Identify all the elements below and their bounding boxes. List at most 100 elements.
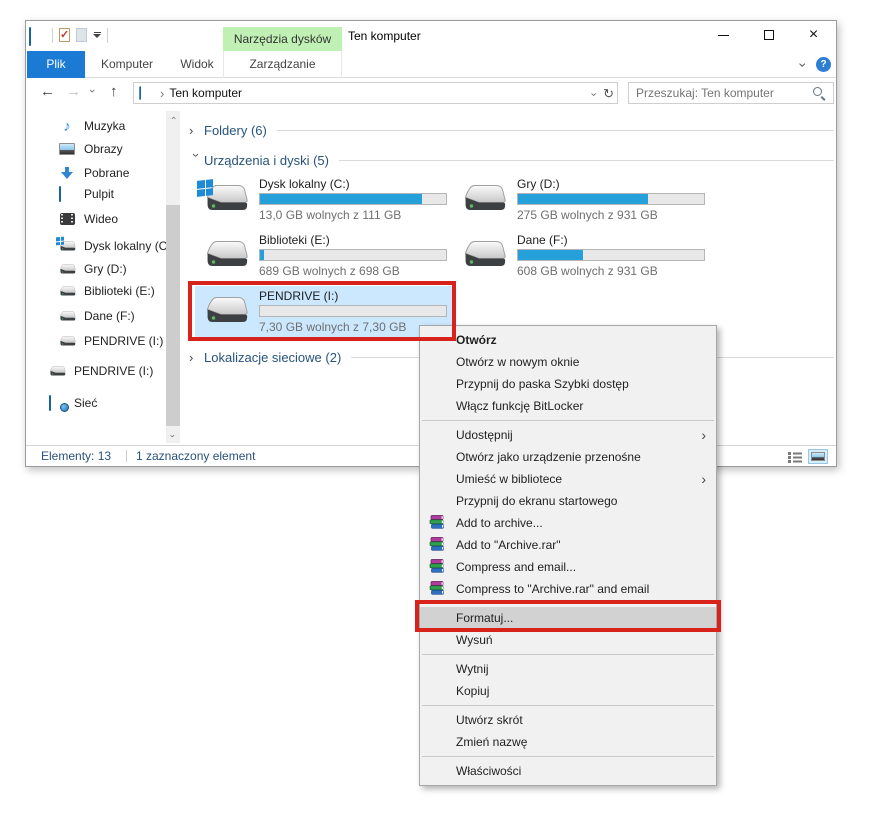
- chevron-right-icon[interactable]: ›: [189, 350, 204, 365]
- sidebar-item-pulpit[interactable]: Pulpit: [58, 183, 114, 205]
- forward-icon[interactable]: →: [66, 83, 81, 100]
- ribbon-collapse-icon[interactable]: ›: [797, 62, 811, 67]
- menu-item-label: Utwórz skrót: [456, 713, 523, 727]
- sidebar-item-label: PENDRIVE (I:): [84, 334, 163, 348]
- windows-logo-icon: [197, 179, 213, 197]
- breadcrumb[interactable]: Ten komputer: [169, 86, 242, 100]
- menu-item-urzadzenie-przenosne[interactable]: Otwórz jako urządzenie przenośne: [420, 446, 716, 468]
- details-view-icon[interactable]: [788, 451, 802, 463]
- title-bar[interactable]: Narzędzia dysków Ten komputer ×: [26, 21, 836, 51]
- sidebar-item-siec[interactable]: Sieć: [48, 392, 97, 414]
- sidebar-scrollbar[interactable]: › ›: [166, 111, 180, 443]
- address-row: ← → › ↑ › Ten komputer › ↻: [26, 78, 836, 108]
- customize-toolbar-icon[interactable]: [93, 32, 101, 38]
- tab-view[interactable]: Widok: [171, 51, 223, 78]
- menu-item-label: Umieść w bibliotece: [456, 472, 562, 486]
- annotation-box-pendrive: [188, 281, 456, 341]
- menu-item-przypnij-ekran-startowy[interactable]: Przypnij do ekranu startowego: [420, 490, 716, 512]
- quick-access-toolbar: [29, 25, 108, 45]
- back-icon[interactable]: ←: [40, 83, 55, 100]
- group-header-urzadzenia[interactable]: › Urządzenia i dyski (5): [181, 151, 834, 169]
- maximize-button[interactable]: [746, 21, 791, 49]
- menu-item-label: Otwórz w nowym oknie: [456, 355, 579, 369]
- tab-manage[interactable]: Zarządzanie: [223, 51, 342, 78]
- drive-usage-bar: [517, 249, 705, 261]
- menu-item-label: Właściwości: [456, 764, 521, 778]
- menu-item-label: Wysuń: [456, 633, 493, 647]
- menu-item-umiesc-w-bibliotece[interactable]: Umieść w bibliotece ›: [420, 468, 716, 490]
- drive-tile-dane-f[interactable]: Dane (F:) 608 GB wolnych z 931 GB: [453, 230, 713, 282]
- sidebar-item-biblioteki-e[interactable]: Biblioteki (E:): [58, 280, 155, 302]
- menu-item-udostepnij[interactable]: Udostępnij›: [420, 424, 716, 446]
- drive-icon: [201, 238, 249, 270]
- winrar-icon: [429, 515, 445, 530]
- context-menu: Otwórz Otwórz w nowym oknie Przypnij do …: [419, 325, 717, 786]
- menu-separator: [422, 705, 714, 706]
- submenu-arrow-icon: ›: [701, 471, 706, 487]
- recent-locations-icon[interactable]: ›: [86, 89, 98, 93]
- properties-icon[interactable]: [59, 28, 70, 42]
- tab-computer[interactable]: Komputer: [96, 51, 158, 78]
- menu-item-add-to-archive-rar[interactable]: Add to "Archive.rar": [420, 534, 716, 556]
- sidebar-item-wideo[interactable]: Wideo: [58, 208, 118, 230]
- drive-free-space: 275 GB wolnych z 931 GB: [517, 208, 705, 222]
- menu-item-label: Przypnij do paska Szybki dostęp: [456, 377, 629, 391]
- menu-item-label: Przypnij do ekranu startowego: [456, 494, 617, 508]
- sidebar-item-pobrane[interactable]: Pobrane: [58, 162, 129, 184]
- tab-file[interactable]: Plik: [27, 51, 85, 78]
- menu-item-przypnij-szybki-dostep[interactable]: Przypnij do paska Szybki dostęp: [420, 373, 716, 395]
- menu-item-zmien-nazwe[interactable]: Zmień nazwę: [420, 731, 716, 753]
- contextual-tab-header: Narzędzia dysków: [223, 27, 342, 51]
- chevron-down-icon[interactable]: ›: [189, 153, 204, 168]
- windows-logo-icon: [56, 237, 64, 246]
- menu-item-compress-to-archive-rar-email[interactable]: Compress to "Archive.rar" and email: [420, 578, 716, 600]
- menu-separator: [422, 420, 714, 421]
- search-icon[interactable]: [812, 86, 826, 100]
- drive-free-space: 689 GB wolnych z 698 GB: [259, 264, 447, 278]
- menu-item-otworz-w-nowym-oknie[interactable]: Otwórz w nowym oknie: [420, 351, 716, 373]
- drive-tile-biblioteki-e[interactable]: Biblioteki (E:) 689 GB wolnych z 698 GB: [195, 230, 455, 282]
- menu-item-bitlocker[interactable]: Włącz funkcję BitLocker: [420, 395, 716, 417]
- address-dropdown-icon[interactable]: ›: [588, 92, 599, 96]
- sidebar-item-muzyka[interactable]: ♪ Muzyka: [58, 115, 125, 137]
- menu-item-wlasciwosci[interactable]: Właściwości: [420, 760, 716, 782]
- drive-tile-gry-d[interactable]: Gry (D:) 275 GB wolnych z 931 GB: [453, 174, 713, 226]
- address-bar[interactable]: › Ten komputer › ↻: [133, 82, 618, 104]
- sidebar-item-obrazy[interactable]: Obrazy: [58, 138, 123, 160]
- sidebar-item-dysk-c[interactable]: Dysk lokalny (C:): [58, 235, 175, 257]
- sidebar-item-pendrive-i[interactable]: PENDRIVE (I:): [58, 330, 163, 352]
- scroll-down-icon[interactable]: ›: [166, 429, 180, 443]
- scrollbar-thumb[interactable]: [166, 205, 180, 426]
- refresh-icon[interactable]: ↻: [603, 86, 614, 102]
- menu-item-label: Kopiuj: [456, 684, 489, 698]
- menu-item-label: Otwórz: [456, 333, 497, 347]
- menu-item-wysun[interactable]: Wysuń: [420, 629, 716, 651]
- menu-item-add-to-archive[interactable]: Add to archive...: [420, 512, 716, 534]
- sidebar-item-pendrive-root[interactable]: PENDRIVE (I:): [48, 360, 153, 382]
- winrar-icon: [429, 537, 445, 552]
- group-header-foldery[interactable]: › Foldery (6): [181, 121, 834, 139]
- menu-item-utworz-skrot[interactable]: Utwórz skrót: [420, 709, 716, 731]
- chevron-right-icon[interactable]: ›: [189, 123, 204, 138]
- menu-item-kopiuj[interactable]: Kopiuj: [420, 680, 716, 702]
- up-icon[interactable]: ↑: [110, 83, 118, 100]
- sidebar-item-dane-f[interactable]: Dane (F:): [58, 305, 135, 327]
- menu-item-wytnij[interactable]: Wytnij: [420, 658, 716, 680]
- menu-item-label: Wytnij: [456, 662, 489, 676]
- menu-item-compress-and-email[interactable]: Compress and email...: [420, 556, 716, 578]
- search-input[interactable]: [629, 86, 812, 100]
- scroll-up-icon[interactable]: ›: [166, 111, 180, 125]
- drive-tile-dysk-c[interactable]: Dysk lokalny (C:) 13,0 GB wolnych z 111 …: [195, 174, 455, 226]
- thumbnail-view-icon[interactable]: [808, 449, 828, 464]
- new-folder-icon[interactable]: [76, 28, 87, 42]
- picture-icon: [58, 143, 76, 155]
- drive-icon: [58, 263, 76, 275]
- close-button[interactable]: ×: [791, 21, 836, 49]
- menu-item-otworz[interactable]: Otwórz: [420, 329, 716, 351]
- sidebar-item-label: Wideo: [84, 212, 118, 226]
- minimize-button[interactable]: [701, 21, 746, 49]
- sidebar-item-gry-d[interactable]: Gry (D:): [58, 258, 127, 280]
- drive-free-space: 608 GB wolnych z 931 GB: [517, 264, 705, 278]
- group-label: Foldery (6): [204, 123, 267, 138]
- help-icon[interactable]: ?: [816, 57, 831, 72]
